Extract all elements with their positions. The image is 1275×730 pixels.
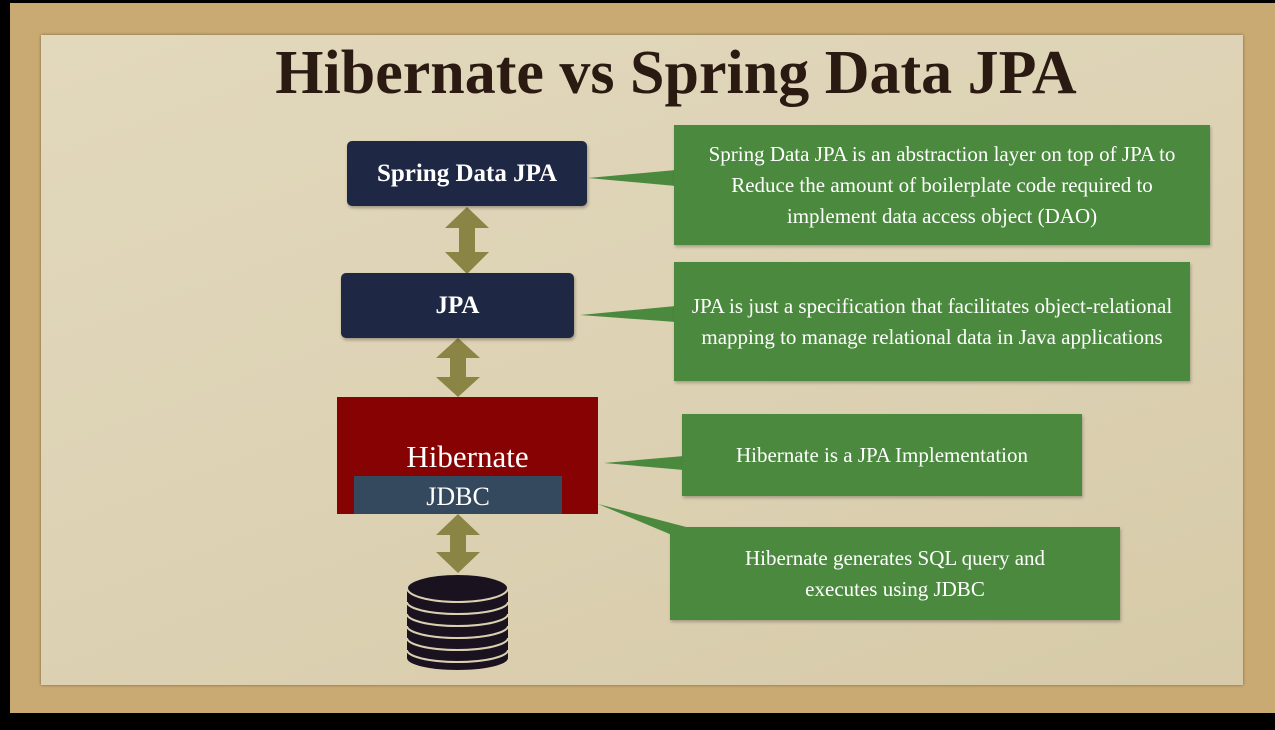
callout-jpa: JPA is just a specification that facilit… [674,262,1190,381]
double-arrow-icon [436,338,480,397]
jpa-box: JPA [341,273,574,338]
database-icon [406,573,509,670]
spring-data-jpa-box: Spring Data JPA [347,141,587,206]
double-arrow-icon [436,514,480,573]
callout-spring-data-jpa: Spring Data JPA is an abstraction layer … [674,125,1210,245]
callout-hibernate: Hibernate is a JPA Implementation [682,414,1082,496]
hibernate-label: Hibernate [406,439,529,474]
jdbc-box: JDBC [354,476,562,514]
callout-jdbc: Hibernate generates SQL query and execut… [670,527,1120,620]
double-arrow-icon [445,207,489,274]
